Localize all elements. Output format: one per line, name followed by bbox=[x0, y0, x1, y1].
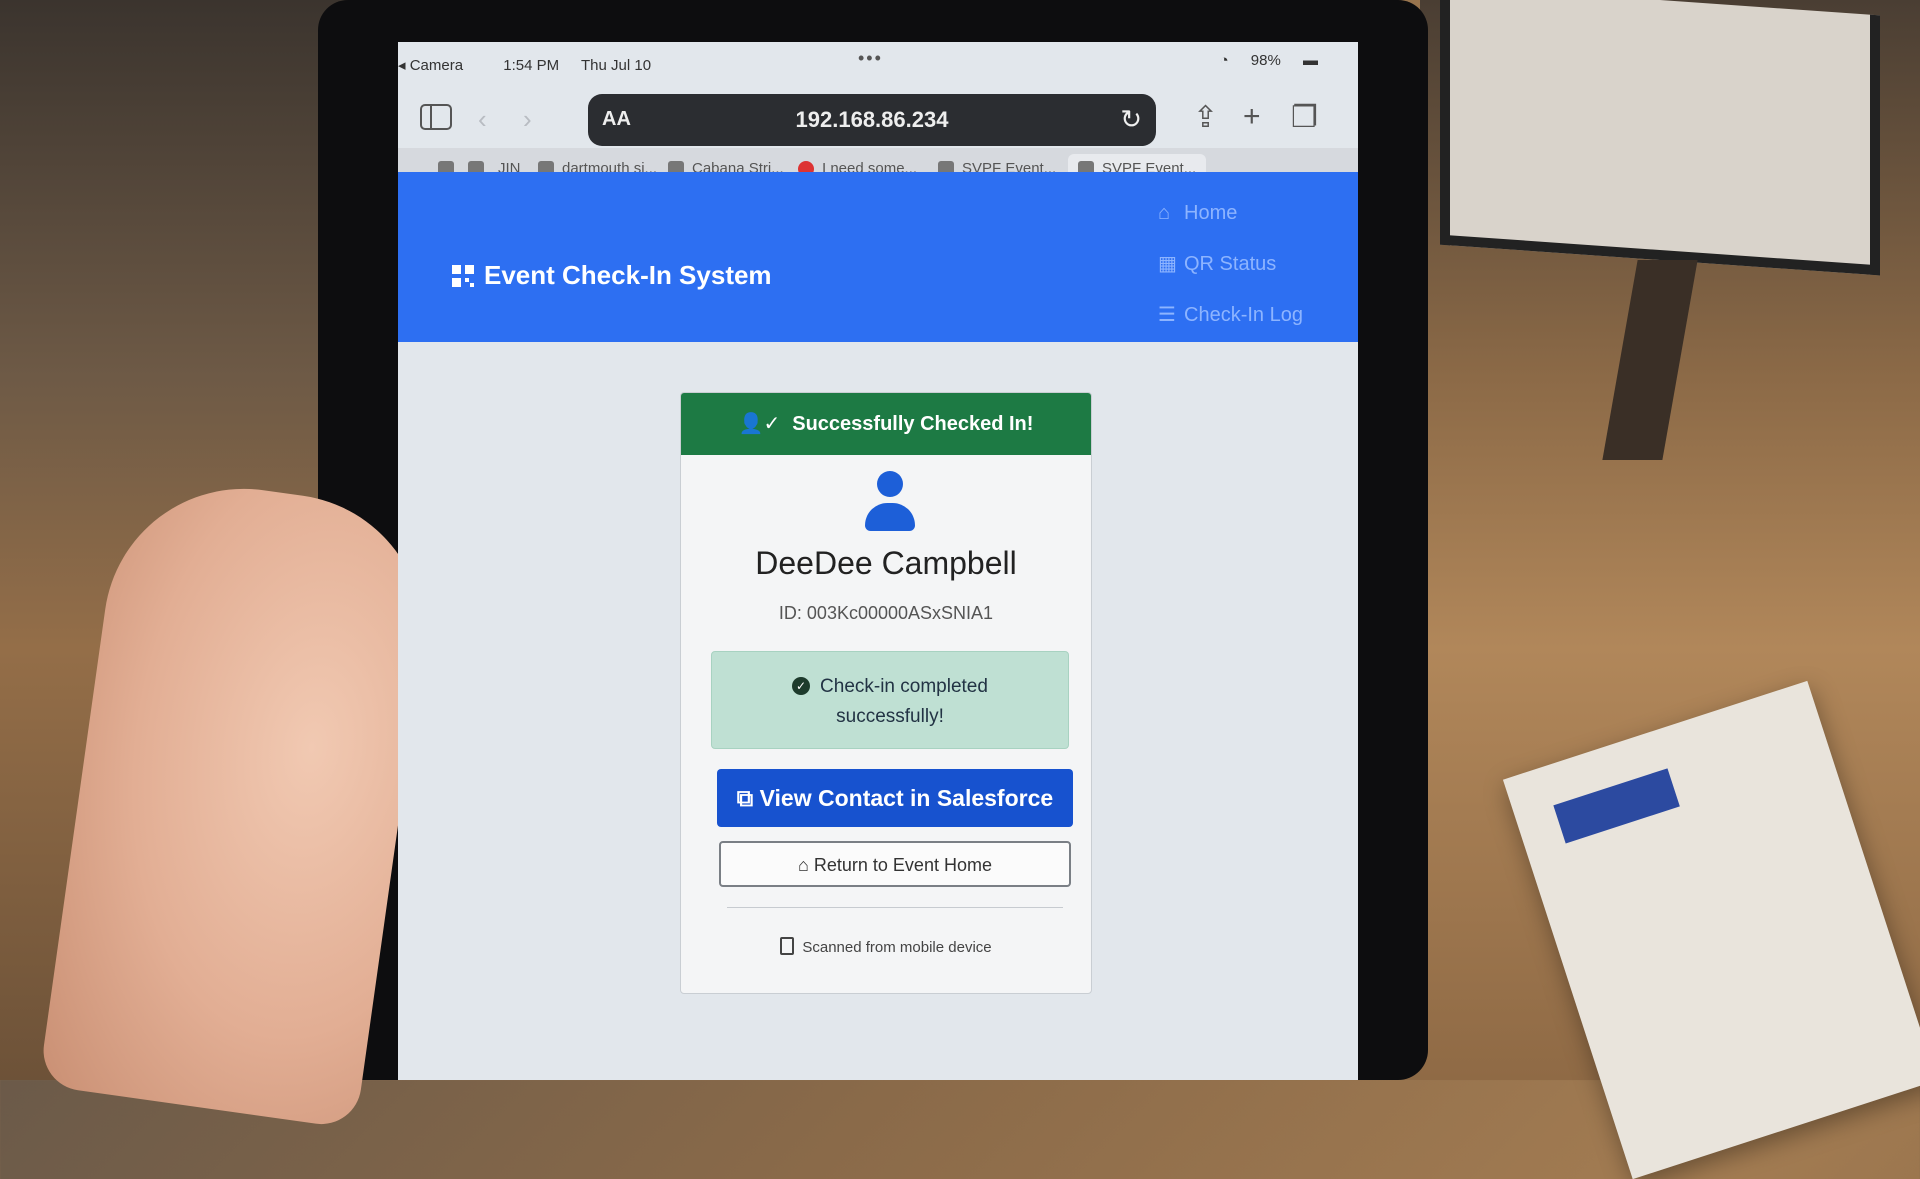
address-bar[interactable]: AA 192.168.86.234 ↻ bbox=[588, 94, 1156, 146]
main-nav: ⌂ Home ▦ QR Status ☰ Check-In Log bbox=[1158, 202, 1303, 353]
wifi-icon: ◔ bbox=[1219, 52, 1229, 69]
new-tab-icon[interactable]: + bbox=[1243, 100, 1261, 134]
external-link-icon: ⧉ bbox=[736, 785, 760, 811]
card-divider bbox=[727, 907, 1063, 908]
browser-toolbar: ‹ › AA 192.168.86.234 ↻ ⇪ + ❐ bbox=[398, 82, 1358, 146]
back-app-label: Camera bbox=[409, 57, 464, 74]
multitask-dots[interactable]: ••• bbox=[858, 48, 883, 69]
user-check-icon: 👤✓ bbox=[738, 413, 781, 435]
tablet-screen: ◂ Camera 1:54 PM Thu Jul 10 ••• ◔ 98% ▬ … bbox=[398, 42, 1358, 1080]
attendee-id: ID: 003Kc00000ASxSNIA1 bbox=[778, 603, 994, 623]
battery-level: 98% bbox=[1250, 52, 1281, 69]
nav-qr-status-label: QR Status bbox=[1184, 253, 1277, 275]
mobile-phone-icon bbox=[780, 937, 795, 955]
check-in-card: 👤✓ Successfully Checked In! DeeDee Campbe… bbox=[680, 392, 1092, 994]
nav-check-in-log-label: Check-In Log bbox=[1184, 304, 1303, 326]
return-home-label: Return to Event Home bbox=[813, 855, 992, 875]
view-contact-salesforce-button[interactable]: ⧉ View Contact in Salesforce bbox=[717, 769, 1073, 827]
background-monitor bbox=[1440, 0, 1880, 276]
scan-source-note: Scanned from mobile device bbox=[681, 937, 1091, 956]
alert-line-2: successfully! bbox=[836, 706, 944, 727]
url-text: 192.168.86.234 bbox=[795, 107, 949, 132]
alert-text-1: Check-in completed bbox=[820, 676, 988, 697]
nav-check-in-log[interactable]: ☰ Check-In Log bbox=[1158, 302, 1303, 327]
forward-button[interactable]: › bbox=[523, 104, 532, 135]
brand-title: Event Check-In System bbox=[484, 260, 772, 290]
nav-home[interactable]: ⌂ Home bbox=[1158, 202, 1303, 225]
qr-icon: ▦ bbox=[1158, 253, 1177, 275]
status-time: 1:54 PM bbox=[503, 57, 560, 74]
attendee-name: DeeDee Campbell bbox=[755, 545, 1017, 581]
status-bar-right: ◔ 98% ▬ bbox=[1220, 52, 1336, 69]
back-to-app[interactable]: ◂ Camera bbox=[398, 57, 481, 74]
qr-code-icon bbox=[452, 265, 474, 287]
success-alert: ✓ Check-in completed successfully! bbox=[711, 651, 1069, 749]
card-header: 👤✓ Successfully Checked In! bbox=[681, 393, 1091, 455]
battery-icon: ▬ bbox=[1303, 52, 1318, 69]
app-header: Event Check-In System ⌂ Home ▦ QR Status ☰… bbox=[398, 172, 1358, 342]
card-header-text: Successfully Checked In! bbox=[792, 413, 1034, 435]
nav-home-label: Home bbox=[1184, 202, 1238, 224]
scan-source-text: Scanned from mobile device bbox=[802, 939, 992, 956]
return-to-event-home-button[interactable]: ⌂ Return to Event Home bbox=[719, 841, 1071, 887]
alert-line-1: ✓ Check-in completed bbox=[712, 676, 1068, 698]
view-contact-label: View Contact in Salesforce bbox=[759, 785, 1054, 811]
paper-label bbox=[1553, 768, 1680, 844]
sidebar-toggle-button[interactable] bbox=[420, 104, 452, 130]
brand[interactable]: Event Check-In System bbox=[452, 260, 772, 291]
home-icon: ⌂ bbox=[798, 855, 814, 875]
status-bar-left: ◂ Camera 1:54 PM Thu Jul 10 bbox=[398, 56, 669, 74]
status-bar: ◂ Camera 1:54 PM Thu Jul 10 ••• ◔ 98% ▬ bbox=[398, 42, 1358, 82]
back-button[interactable]: ‹ bbox=[478, 104, 487, 135]
home-icon: ⌂ bbox=[1158, 202, 1171, 224]
person-icon bbox=[865, 471, 915, 535]
list-icon: ☰ bbox=[1158, 304, 1176, 326]
share-icon[interactable]: ⇪ bbox=[1193, 100, 1218, 135]
person-icon-head bbox=[877, 471, 903, 497]
check-circle-icon: ✓ bbox=[792, 677, 811, 695]
tab-overview-icon[interactable]: ❐ bbox=[1291, 100, 1318, 135]
nav-qr-status[interactable]: ▦ QR Status bbox=[1158, 251, 1303, 276]
reload-icon[interactable]: ↻ bbox=[1120, 104, 1142, 135]
person-icon-body bbox=[865, 503, 915, 531]
status-date: Thu Jul 10 bbox=[581, 57, 652, 74]
